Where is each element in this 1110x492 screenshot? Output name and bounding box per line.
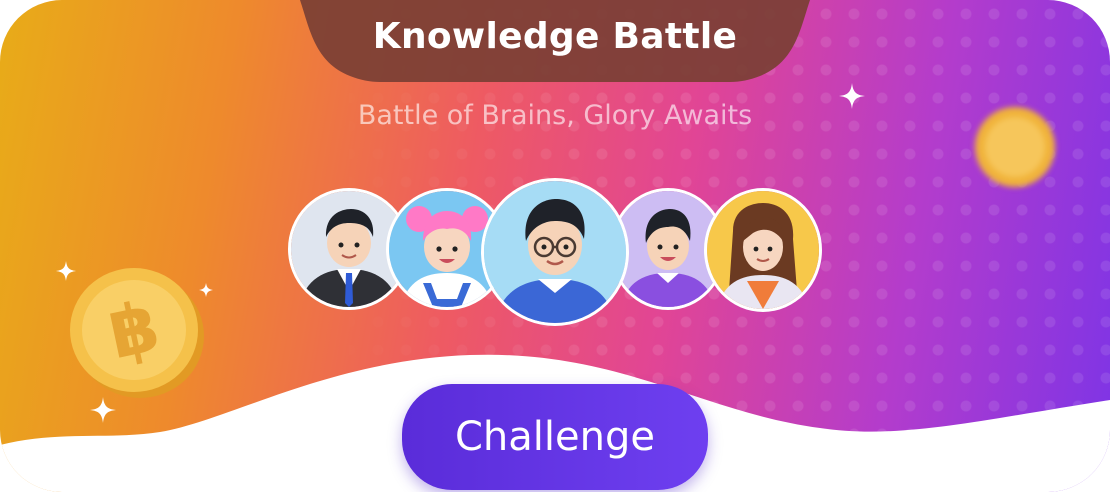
- challenge-button[interactable]: Challenge: [402, 384, 708, 490]
- avatar-woman-long-hair: [704, 188, 822, 312]
- avatar-man-glasses: [481, 178, 629, 326]
- banner-subtitle: Battle of Brains, Glory Awaits: [357, 100, 753, 131]
- knowledge-battle-banner[interactable]: ฿ Knowledge Battle Battle of Brains, Glo…: [0, 0, 1110, 492]
- banner-title: Knowledge Battle: [372, 16, 738, 57]
